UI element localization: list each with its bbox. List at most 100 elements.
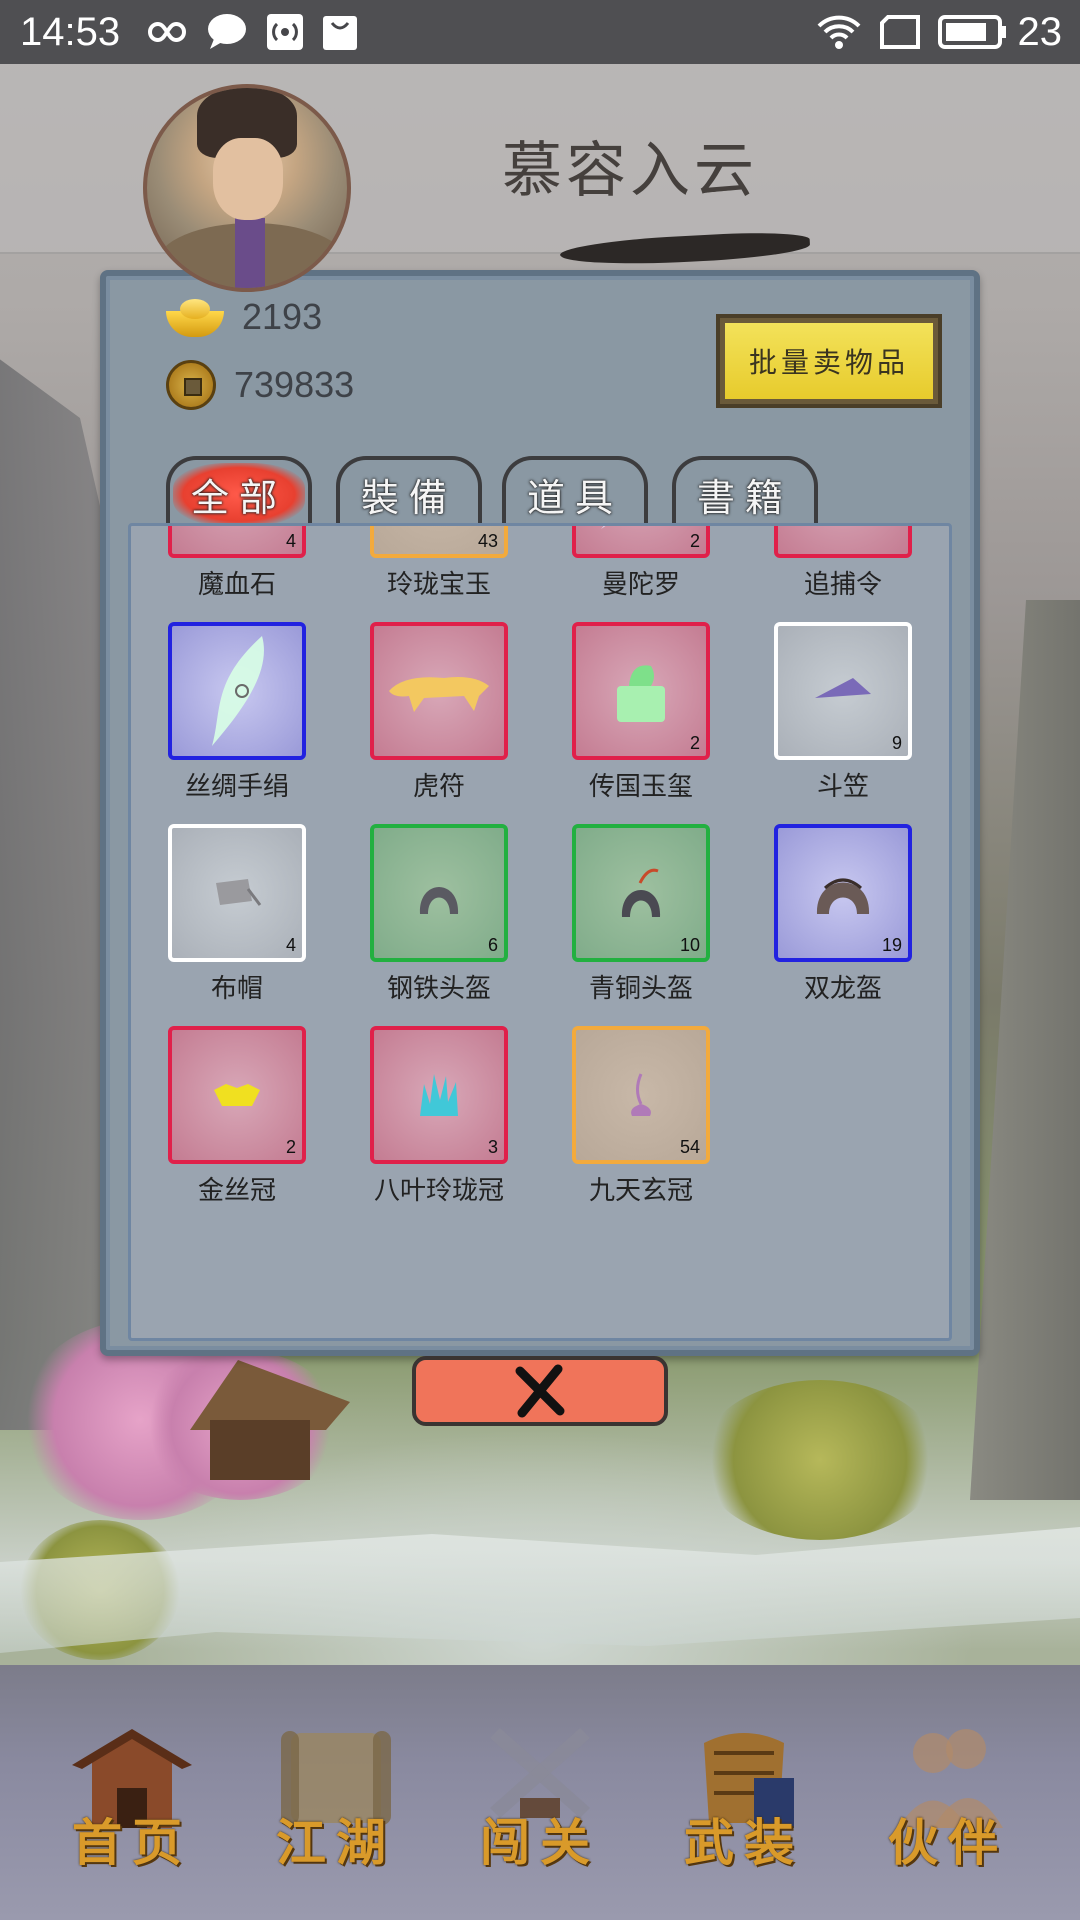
silk-handkerchief-icon [212, 636, 264, 746]
inventory-tabs: 全部 裝備 道具 書籍 [166, 456, 842, 528]
twin-dragon-helmet-icon [816, 878, 870, 914]
wifi-icon [816, 12, 862, 52]
item-name: 金丝冠 [197, 1176, 276, 1206]
item-name: 双龙盔 [803, 974, 882, 1004]
imperial-seal-icon [617, 665, 665, 722]
nav-jianghu[interactable]: 江湖 [256, 1703, 416, 1883]
item-name: 钢铁头盔 [386, 974, 491, 1004]
item-name: 布帽 [210, 974, 263, 1004]
item-count: 2 [689, 531, 700, 551]
item-count: 19 [881, 935, 902, 955]
item-cell: 9 斗笠 [754, 622, 949, 824]
tab-all-label: 全部 [172, 462, 305, 526]
nav-armory-label: 武装 [684, 1812, 804, 1872]
item-cell: 丝绸手绢 [148, 622, 350, 824]
nav-home-label: 首页 [72, 1812, 192, 1872]
bronze-helmet-icon [621, 868, 661, 917]
item-name: 青铜头盔 [588, 974, 693, 1004]
item-slot[interactable]: 令 [774, 526, 912, 558]
battery-icon [937, 12, 1008, 52]
item-slot[interactable]: 19 [774, 824, 912, 962]
item-name: 虎符 [412, 772, 465, 802]
item-slot[interactable]: 4 [168, 824, 306, 962]
item-slot[interactable] [370, 622, 508, 760]
item-grid-scroll[interactable]: 4 魔血石 43 玲珑宝玉 2 曼陀罗 令 追捕令 丝绸手绢 虎符 2 传国玉玺… [128, 523, 952, 1341]
item-cell: 10 青铜头盔 [552, 824, 754, 1026]
tab-equipment[interactable]: 裝備 [336, 456, 482, 528]
river [0, 1527, 1080, 1653]
bulk-sell-label: 批量卖物品 [725, 323, 933, 399]
sim-card-icon [879, 12, 920, 52]
tiger-tally-icon [389, 677, 489, 712]
item-count: 3 [487, 1137, 498, 1157]
tab-props[interactable]: 道具 [502, 456, 648, 528]
item-name: 玲珑宝玉 [386, 570, 491, 600]
tab-books[interactable]: 書籍 [672, 456, 818, 528]
tab-props-label: 道具 [526, 475, 623, 520]
item-cell: 2 金丝冠 [148, 1026, 350, 1228]
item-slot[interactable]: 9 [774, 622, 912, 760]
bush [700, 1380, 940, 1540]
nav-armory[interactable]: 武装 [664, 1703, 824, 1883]
item-slot[interactable]: 4 [168, 526, 306, 558]
mountain-right [970, 600, 1080, 1500]
nine-heaven-crown-icon [631, 1073, 651, 1116]
close-icon [515, 1364, 565, 1418]
item-slot[interactable]: 3 [370, 1026, 508, 1164]
copper-coin-icon [166, 360, 216, 410]
item-grid: 4 魔血石 43 玲珑宝玉 2 曼陀罗 令 追捕令 丝绸手绢 虎符 2 传国玉玺… [131, 526, 949, 1228]
hotspot-icon [266, 12, 304, 52]
item-count: 2 [285, 1137, 296, 1157]
item-cell: 43 玲珑宝玉 [350, 526, 552, 622]
battery-level: 23 [1017, 9, 1063, 54]
shopping-bag-icon [322, 12, 358, 52]
gold-ingot-icon [166, 297, 224, 337]
item-slot[interactable]: 10 [572, 824, 710, 962]
item-slot[interactable]: 54 [572, 1026, 710, 1164]
item-name: 魔血石 [197, 570, 276, 600]
bulk-sell-button[interactable]: 批量卖物品 [716, 314, 942, 408]
item-cell: 19 双龙盔 [754, 824, 949, 1026]
cloth-cap-icon [216, 879, 262, 906]
item-cell: 54 九天玄冠 [552, 1026, 754, 1228]
bamboo-hat-icon [815, 678, 871, 698]
avatar[interactable] [143, 84, 351, 292]
item-slot[interactable]: 2 [572, 622, 710, 760]
item-name: 九天玄冠 [588, 1176, 693, 1206]
steel-helmet-icon [419, 887, 459, 914]
item-slot[interactable]: 2 [572, 526, 710, 558]
item-count: 9 [891, 733, 902, 753]
item-slot[interactable] [168, 622, 306, 760]
nav-challenge-label: 闯关 [480, 1812, 600, 1872]
gold-ingot-row: 2193 [166, 296, 322, 338]
status-bar: 14:53 23 [0, 0, 1080, 64]
item-count: 2 [689, 733, 700, 753]
item-name: 追捕令 [803, 570, 882, 600]
close-button[interactable] [412, 1356, 668, 1426]
thatched-hut [190, 1360, 350, 1480]
nav-home[interactable]: 首页 [52, 1703, 212, 1883]
bottom-navigation: 首页 江湖 闯关 武装 伙伴 [0, 1665, 1080, 1920]
item-slot[interactable]: 2 [168, 1026, 306, 1164]
tab-equipment-label: 裝備 [360, 475, 457, 520]
tab-books-label: 書籍 [696, 475, 793, 520]
eight-leaf-crown-icon [420, 1074, 458, 1116]
item-name: 传国玉玺 [588, 772, 693, 802]
coin-row: 739833 [166, 360, 354, 410]
nav-challenge[interactable]: 闯关 [460, 1703, 620, 1883]
item-count: 10 [679, 935, 700, 955]
infinity-icon [138, 12, 188, 52]
item-slot[interactable]: 6 [370, 824, 508, 962]
chat-bubble-icon [206, 12, 248, 52]
profile-header: 慕容入云 [0, 64, 1080, 292]
coin-amount: 739833 [234, 364, 355, 405]
item-slot[interactable]: 43 [370, 526, 508, 558]
tab-all[interactable]: 全部 [166, 456, 312, 528]
item-count: 43 [477, 531, 498, 551]
nav-companions[interactable]: 伙伴 [868, 1703, 1028, 1883]
item-cell: 4 魔血石 [148, 526, 350, 622]
item-cell: 6 钢铁头盔 [350, 824, 552, 1026]
inventory-panel: 2193 739833 批量卖物品 全部 裝備 道具 書籍 4 魔血石 43 玲… [100, 270, 980, 1356]
nav-companions-label: 伙伴 [888, 1812, 1008, 1872]
item-cell: 3 八叶玲珑冠 [350, 1026, 552, 1228]
